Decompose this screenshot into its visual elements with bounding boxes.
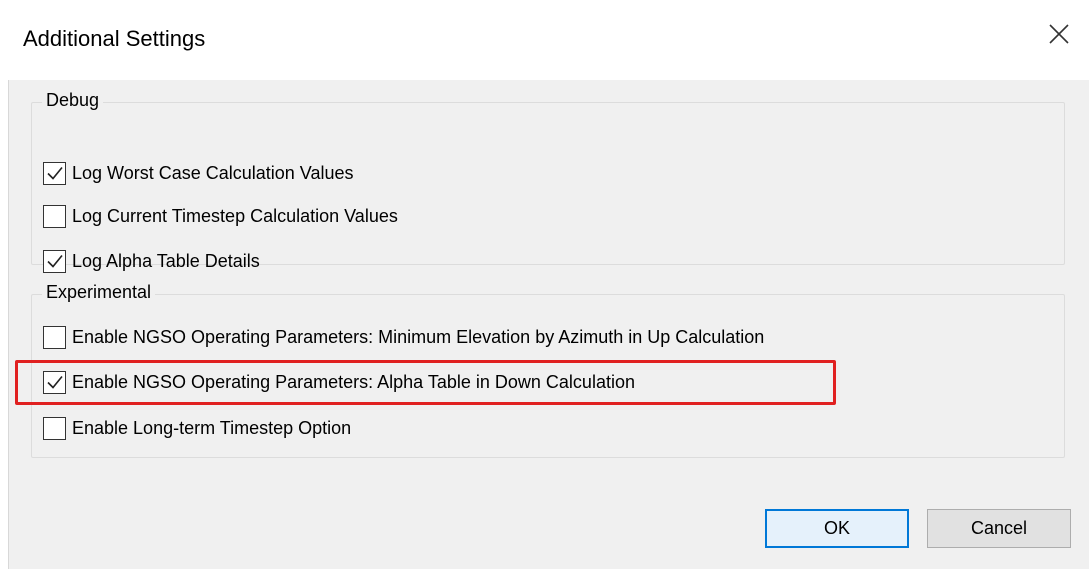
close-icon — [1049, 24, 1069, 44]
experimental-group-label: Experimental — [42, 282, 156, 303]
checkbox-box[interactable] — [43, 204, 66, 228]
min-elevation-checkbox[interactable]: Enable NGSO Operating Parameters: Minimu… — [43, 324, 764, 350]
checkbox-box[interactable] — [43, 161, 66, 185]
log-current-timestep-checkbox[interactable]: Log Current Timestep Calculation Values — [43, 203, 398, 229]
ok-button[interactable]: OK — [765, 509, 909, 548]
checkmark-icon — [46, 166, 63, 180]
checkbox-label: Log Worst Case Calculation Values — [72, 162, 354, 183]
log-alpha-table-checkbox[interactable]: Log Alpha Table Details — [43, 248, 260, 274]
checkbox-label: Log Current Timestep Calculation Values — [72, 205, 398, 226]
title-bar: Additional Settings — [0, 0, 1089, 80]
checkbox-label: Log Alpha Table Details — [72, 250, 260, 271]
long-term-timestep-checkbox[interactable]: Enable Long-term Timestep Option — [43, 415, 351, 441]
checkbox-box[interactable] — [43, 416, 66, 440]
highlight-box — [15, 360, 836, 405]
dialog-title: Additional Settings — [23, 26, 206, 51]
cancel-button[interactable]: Cancel — [927, 509, 1071, 548]
checkbox-label: Enable Long-term Timestep Option — [72, 417, 352, 438]
checkbox-box[interactable] — [43, 325, 66, 349]
debug-group-label: Debug — [42, 90, 104, 111]
additional-settings-dialog: Additional Settings Debug Log Worst Case… — [0, 0, 1089, 569]
debug-group: Debug Log Worst Case Calculation Values … — [31, 90, 1065, 273]
checkbox-label: Enable NGSO Operating Parameters: Minimu… — [72, 326, 765, 347]
log-worst-case-checkbox[interactable]: Log Worst Case Calculation Values — [43, 160, 353, 186]
checkbox-box[interactable] — [43, 249, 66, 273]
close-button[interactable] — [1029, 6, 1089, 62]
dialog-body: Debug Log Worst Case Calculation Values … — [8, 80, 1089, 569]
checkmark-icon — [46, 254, 63, 268]
